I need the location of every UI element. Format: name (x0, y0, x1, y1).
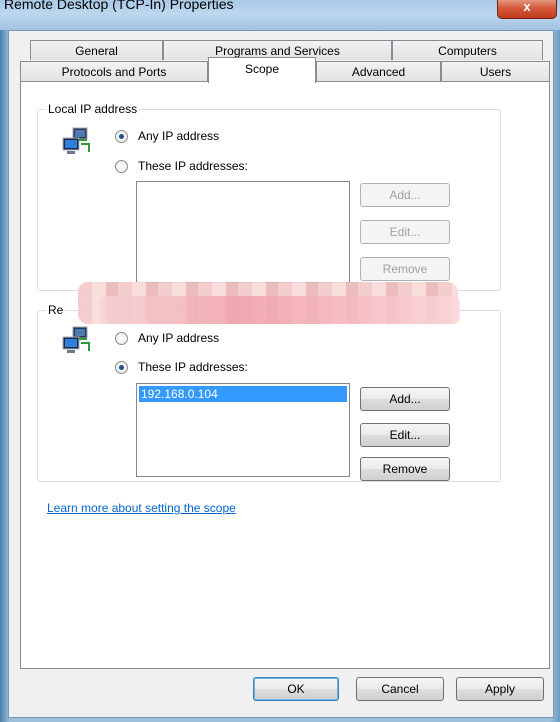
network-computer-icon (62, 326, 90, 353)
remote-these-ip-label: These IP addresses: (138, 360, 248, 374)
window-title: Remote Desktop (TCP-In) Properties (4, 0, 234, 12)
tab-advanced[interactable]: Advanced (316, 61, 441, 82)
remote-add-button[interactable]: Add... (360, 387, 450, 411)
local-these-ip-option[interactable]: These IP addresses: (115, 157, 248, 175)
remote-remove-button[interactable]: Remove (360, 457, 450, 481)
local-any-ip-option[interactable]: Any IP address (115, 127, 219, 145)
close-icon: x (523, 0, 531, 14)
local-ip-group-label: Local IP address (46, 102, 140, 116)
tab-protocols-and-ports[interactable]: Protocols and Ports (20, 61, 208, 82)
apply-button[interactable]: Apply (456, 677, 544, 701)
list-item[interactable]: 192.168.0.104 (139, 386, 347, 402)
tab-computers[interactable]: Computers (392, 40, 543, 60)
local-remove-button[interactable]: Remove (360, 257, 450, 281)
remote-these-ip-option[interactable]: These IP addresses: (115, 358, 248, 376)
local-any-ip-label: Any IP address (138, 129, 220, 143)
local-edit-button[interactable]: Edit... (360, 220, 450, 244)
tab-users[interactable]: Users (441, 61, 550, 82)
remote-any-ip-option[interactable]: Any IP address (115, 329, 219, 347)
scope-tab-panel: Local IP address Any IP address These IP… (20, 81, 550, 669)
local-any-ip-radio[interactable] (115, 129, 128, 143)
network-computer-icon (62, 127, 90, 154)
cancel-button[interactable]: Cancel (356, 677, 444, 701)
scope-help-link[interactable]: Learn more about setting the scope (47, 501, 236, 515)
remote-ip-list[interactable]: 192.168.0.104 (136, 383, 350, 477)
local-these-ip-radio[interactable] (115, 159, 128, 173)
redaction-overlay-inner (100, 296, 460, 324)
remote-edit-button[interactable]: Edit... (360, 423, 450, 447)
remote-ip-group-label: Re (46, 303, 66, 317)
title-bar: Remote Desktop (TCP-In) Properties x (0, 0, 560, 30)
ok-button[interactable]: OK (253, 677, 339, 701)
local-these-ip-label: These IP addresses: (138, 159, 248, 173)
remote-any-ip-radio[interactable] (115, 331, 128, 345)
close-button[interactable]: x (497, 0, 557, 19)
local-add-button[interactable]: Add... (360, 183, 450, 207)
remote-these-ip-radio[interactable] (115, 360, 128, 374)
local-ip-list[interactable] (136, 181, 350, 283)
remote-any-ip-label: Any IP address (138, 331, 220, 345)
tab-scope[interactable]: Scope (208, 57, 316, 83)
tab-general[interactable]: General (30, 40, 163, 60)
